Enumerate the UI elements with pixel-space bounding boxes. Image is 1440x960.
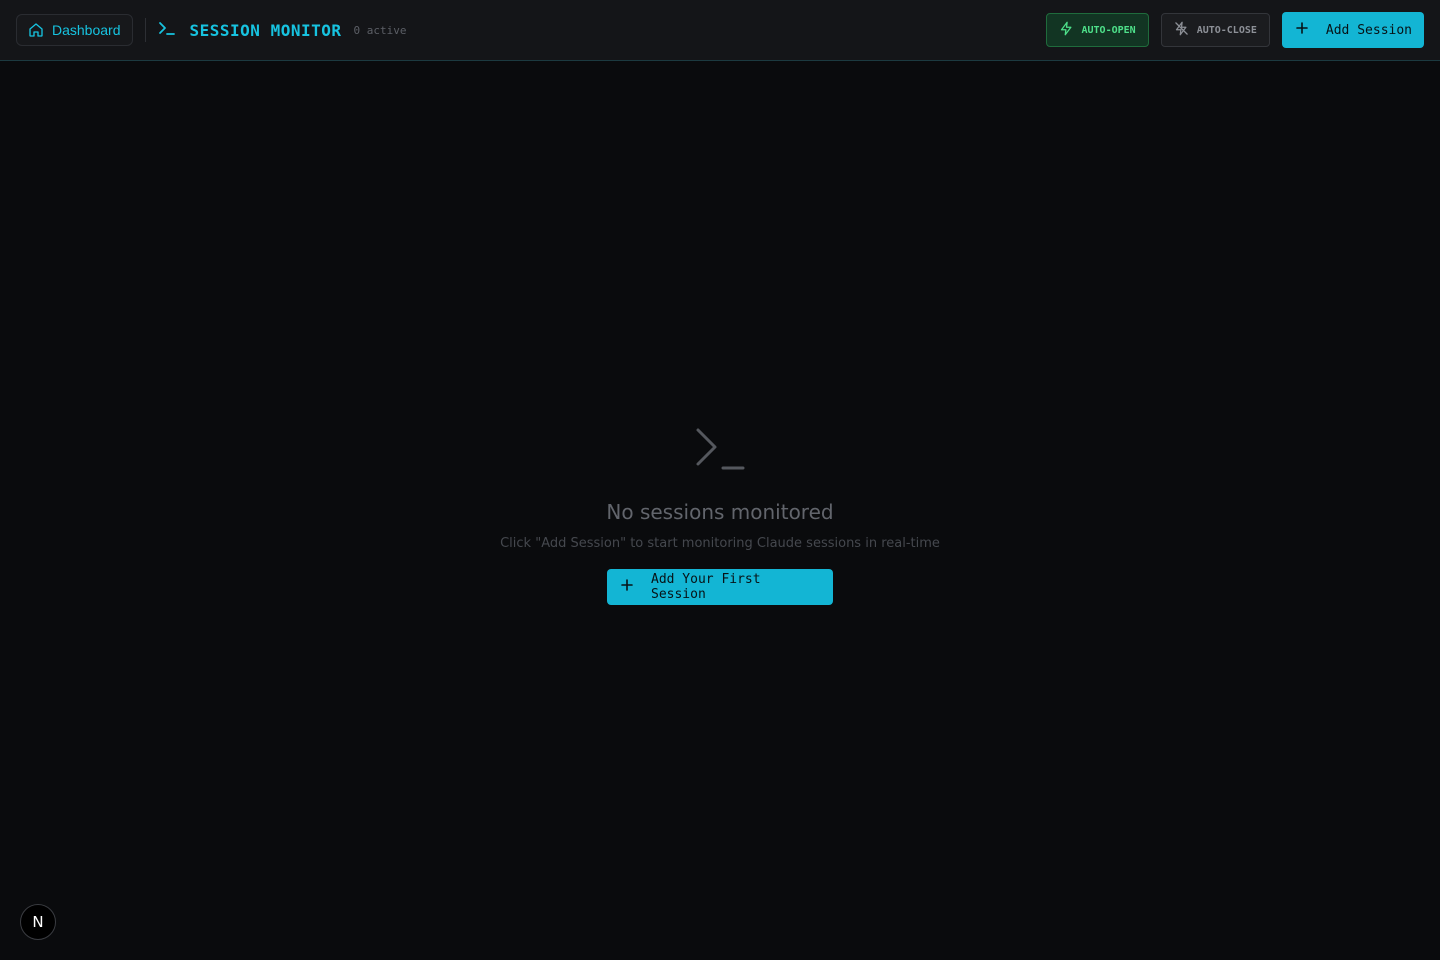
auto-close-toggle[interactable]: AUTO-CLOSE	[1160, 13, 1270, 47]
add-session-button[interactable]: Add Session	[1281, 12, 1424, 48]
top-bar: Dashboard SESSION MONITOR 0 active AUTO-…	[0, 0, 1440, 61]
terminal-icon	[158, 20, 176, 41]
auto-open-label: AUTO-OPEN	[1081, 24, 1136, 36]
plus-icon	[1296, 22, 1308, 38]
empty-state: No sessions monitored Click "Add Session…	[0, 61, 1440, 960]
page-title-group: SESSION MONITOR 0 active	[158, 20, 407, 41]
empty-state-subtitle: Click "Add Session" to start monitoring …	[500, 536, 940, 551]
add-session-label: Add Session	[1325, 22, 1412, 38]
auto-open-toggle[interactable]: AUTO-OPEN	[1045, 13, 1149, 47]
dashboard-button[interactable]: Dashboard	[16, 14, 133, 46]
auto-close-label: AUTO-CLOSE	[1196, 24, 1257, 36]
empty-state-title: No sessions monitored	[606, 500, 834, 524]
terminal-icon	[694, 427, 746, 473]
nextjs-badge[interactable]: N	[20, 904, 56, 940]
plus-icon	[621, 579, 633, 595]
active-count: 0 active	[353, 23, 407, 37]
bolt-off-icon	[1174, 21, 1189, 39]
page-title: SESSION MONITOR	[189, 20, 342, 40]
home-icon	[28, 22, 44, 38]
bolt-icon	[1059, 21, 1074, 39]
add-first-session-label: Add Your First Session	[651, 572, 761, 602]
add-first-session-button[interactable]: Add Your First Session	[607, 569, 833, 605]
header-divider	[144, 18, 146, 42]
dashboard-label: Dashboard	[52, 22, 121, 38]
